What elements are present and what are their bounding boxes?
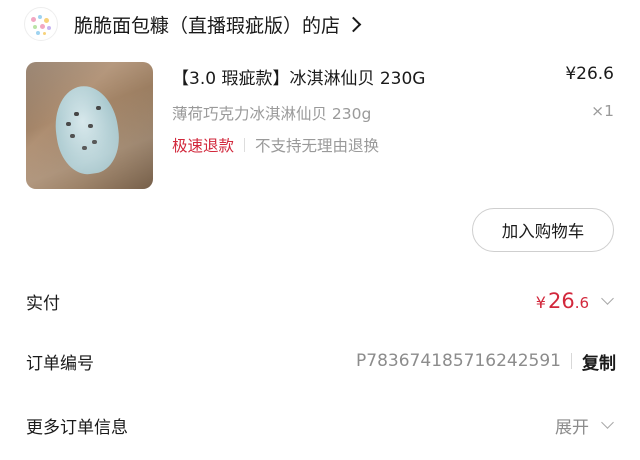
more-order-info-label: 更多订单信息 xyxy=(26,417,128,438)
product-title[interactable]: 【3.0 瑕疵款】冰淇淋仙贝 230G xyxy=(172,64,425,89)
product-quantity: ×1 xyxy=(591,102,614,120)
order-number-value: P783674185716242591 xyxy=(356,351,561,371)
chevron-right-icon[interactable] xyxy=(345,16,362,33)
store-name[interactable]: 脆脆面包糠（直播瑕疵版）的店 xyxy=(74,11,340,38)
paid-label: 实付 xyxy=(26,293,60,314)
copy-button[interactable]: 复制 xyxy=(582,349,616,374)
store-header[interactable]: 脆脆面包糠（直播瑕疵版）的店 xyxy=(24,6,362,42)
order-number-label: 订单编号 xyxy=(26,353,94,374)
expand-button[interactable]: 展开 xyxy=(555,413,589,438)
order-number-row: 订单编号 P783674185716242591 复制 xyxy=(26,346,616,376)
product-image[interactable] xyxy=(26,62,153,189)
product-spec: 薄荷巧克力冰淇淋仙贝 230g xyxy=(172,105,372,123)
product-price: ¥26.6 xyxy=(565,64,614,84)
add-to-cart-button[interactable]: 加入购物车 xyxy=(472,208,614,252)
chevron-down-icon[interactable] xyxy=(601,416,614,429)
product-tags: 极速退款 不支持无理由退换 xyxy=(172,134,379,156)
no-return-tag: 不支持无理由退换 xyxy=(255,137,380,155)
fast-refund-tag: 极速退款 xyxy=(172,137,235,155)
chevron-down-icon[interactable] xyxy=(601,292,614,305)
paid-integer: 26 xyxy=(547,289,575,313)
paid-currency: ¥ xyxy=(535,293,546,312)
paid-amount: ¥ 26 .6 xyxy=(536,289,589,313)
paid-decimal: .6 xyxy=(574,294,589,312)
copy-divider xyxy=(571,353,572,369)
tag-divider xyxy=(244,138,246,152)
store-avatar[interactable] xyxy=(24,7,58,41)
more-order-info-row[interactable]: 更多订单信息 展开 xyxy=(26,410,616,440)
paid-row[interactable]: 实付 ¥ 26 .6 xyxy=(26,286,616,316)
